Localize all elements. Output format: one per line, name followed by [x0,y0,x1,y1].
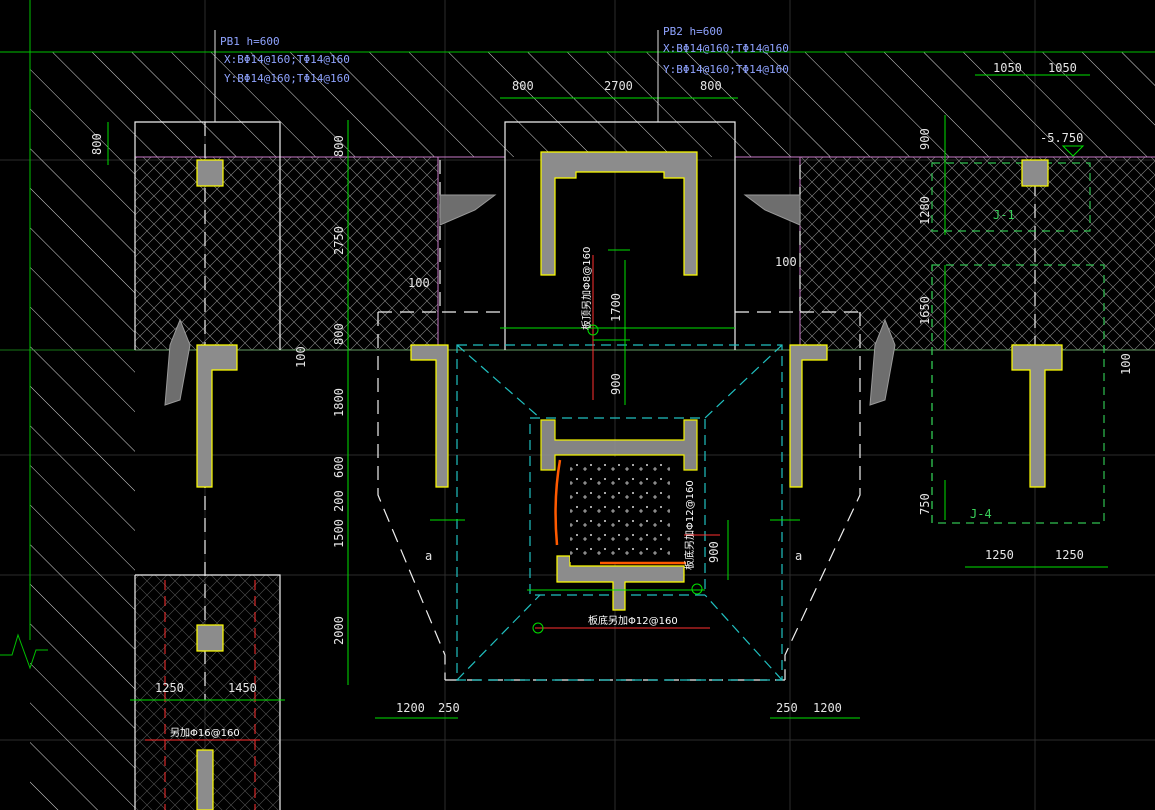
dim-r-1250a: 1250 [985,548,1014,562]
dim-b-250b: 250 [776,701,798,715]
dim-r-1650: 1650 [918,296,932,325]
section-a-left: a [425,549,432,563]
j1-label: J-1 [993,208,1015,222]
rebar-note-left: 另加Φ16@160 [170,727,240,739]
dim-top-1050b: 1050 [1048,61,1077,75]
dim-top-800b: 800 [700,79,722,93]
dim-b-1200b: 1200 [813,701,842,715]
dim-h-100b: 100 [775,255,797,269]
pb1-y-rebar: Y:BΦ14@160;TΦ14@160 [224,72,350,85]
dim-left-800: 800 [90,133,104,155]
dim-v-800a: 800 [332,135,346,157]
dim-b-1200a: 1200 [396,701,425,715]
dim-v-200: 200 [332,490,346,512]
elevation-label: -5.750 [1040,131,1083,145]
j4-label: J-4 [970,507,992,521]
dim-r-1280: 1280 [918,196,932,225]
rebar-note-right: 板底另加Φ12@160 [683,480,696,570]
dim-v-1500: 1500 [332,519,346,548]
dim-b-250a: 250 [438,701,460,715]
dim-c-900b: 900 [707,541,721,563]
pit-fill [570,457,670,562]
dim-c-900a: 900 [609,373,623,395]
dim-c-1700: 1700 [609,293,623,322]
cad-drawing: PB1 h=600 X:BΦ14@160;TΦ14@160 Y:BΦ14@160… [0,0,1155,810]
pb2-title: PB2 h=600 [663,25,723,38]
dim-v-600: 600 [332,456,346,478]
dim-top-1050a: 1050 [993,61,1022,75]
pb1-x-rebar: X:BΦ14@160;TΦ14@160 [224,53,350,66]
dim-r-750: 750 [918,493,932,515]
rebar-note-bottom: 板底另加Φ12@160 [588,614,678,627]
dim-v-100a: 100 [294,346,308,368]
dim-r-1250b: 1250 [1055,548,1084,562]
dim-bl-1250: 1250 [155,681,184,695]
dim-top-2700: 2700 [604,79,633,93]
pb1-title: PB1 h=600 [220,35,280,48]
dim-h-100a: 100 [408,276,430,290]
dim-v-2000: 2000 [332,616,346,645]
dim-v-800b: 800 [332,323,346,345]
dim-v-1800: 1800 [332,388,346,417]
rebar-note-center: 板顶另加Φ8@160 [580,247,593,330]
dim-r-900: 900 [918,128,932,150]
pb2-x-rebar: X:BΦ14@160;TΦ14@160 [663,42,789,55]
dim-bl-1450: 1450 [228,681,257,695]
section-a-right: a [795,549,802,563]
dim-top-800a: 800 [512,79,534,93]
dim-r-100: 100 [1119,353,1133,375]
dim-v-2750: 2750 [332,226,346,255]
pb2-y-rebar: Y:BΦ14@160;TΦ14@160 [663,63,789,76]
